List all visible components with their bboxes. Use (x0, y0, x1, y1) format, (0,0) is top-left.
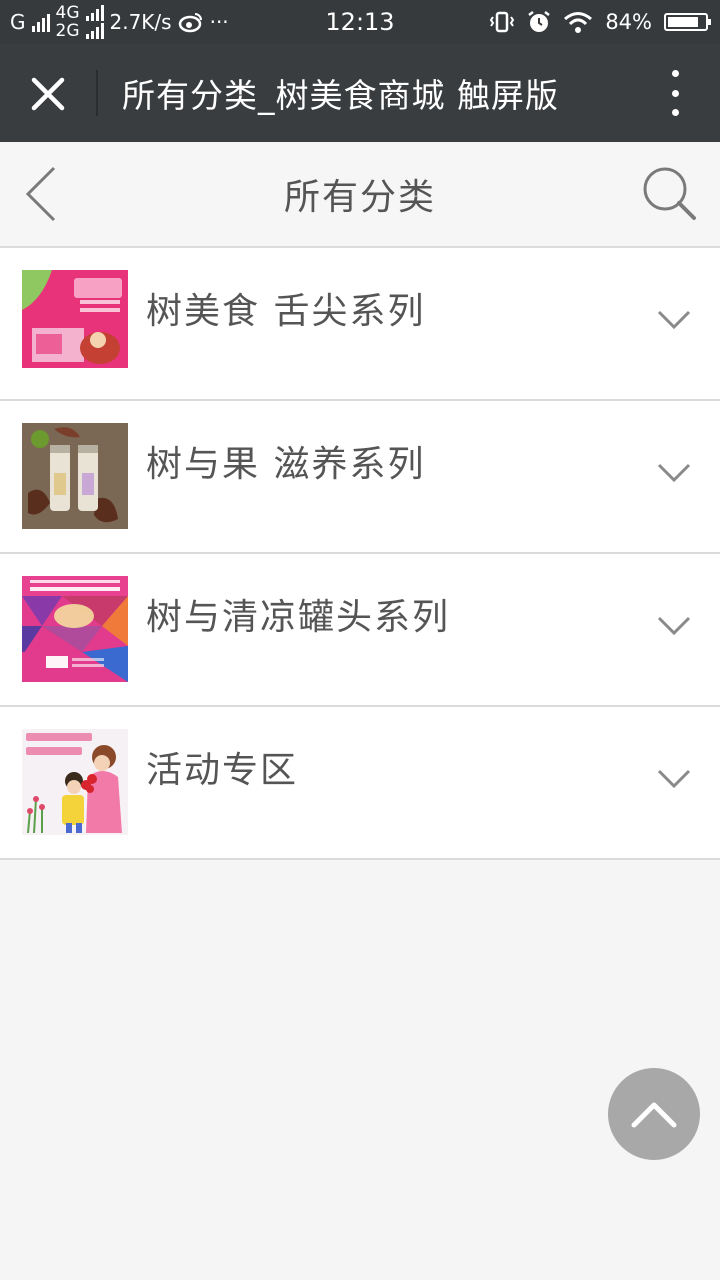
network-4g-label: 4G (55, 3, 80, 23)
app-bar: 所有分类_树美食商城 触屏版 (0, 44, 720, 142)
battery-level (668, 17, 698, 27)
dried-fruit-jars-image (22, 423, 128, 529)
weibo-icon (178, 13, 202, 33)
signal-4g-icon (85, 5, 104, 21)
category-name: 树与果 滋养系列 (146, 444, 426, 485)
app-title: 所有分类_树美食商城 触屏版 (122, 76, 559, 115)
chevron-down-icon[interactable] (656, 461, 692, 485)
close-button[interactable] (18, 69, 78, 119)
wifi-icon (564, 12, 593, 33)
signal-2g-icon (85, 23, 104, 39)
alarm-icon (528, 11, 551, 32)
category-row[interactable]: 树与果 滋养系列 (0, 401, 720, 554)
battery-percent: 84% (605, 10, 652, 34)
network-indicator: 4G 2G (56, 4, 104, 40)
chevron-left-icon (25, 166, 56, 222)
chevron-down-icon[interactable] (656, 614, 692, 638)
close-icon (31, 77, 65, 111)
network-speed: 2.7K/s (109, 10, 172, 34)
more-options-button[interactable] (660, 70, 690, 116)
carrier-label: G (10, 10, 26, 34)
network-2g-label: 2G (55, 21, 80, 41)
qixi-couple-illustration-image (22, 729, 128, 835)
category-row[interactable]: 树与清凉罐头系列 (0, 554, 720, 707)
pink-product-box-image (22, 270, 128, 376)
chevron-down-icon[interactable] (656, 308, 692, 332)
status-bar: G 4G 2G 2.7K/s ··· 12:13 84% (0, 0, 720, 44)
signal-icon (31, 12, 50, 32)
chevron-down-icon[interactable] (656, 767, 692, 791)
category-list: 树美食 舌尖系列 树与果 滋养系列 树与清凉罐头系列 活动专区 (0, 248, 720, 860)
colorful-geometric-poster-image (22, 576, 128, 682)
search-button[interactable] (640, 164, 700, 224)
more-vertical-icon (671, 70, 679, 77)
app-bar-divider (96, 70, 98, 116)
category-name: 活动专区 (146, 750, 299, 791)
category-row[interactable]: 活动专区 (0, 707, 720, 860)
status-right: 84% (489, 0, 711, 44)
category-name: 树与清凉罐头系列 (146, 597, 451, 638)
page-header: 所有分类 (0, 142, 720, 248)
chevron-up-icon (631, 1102, 677, 1128)
back-to-top-button[interactable] (608, 1068, 700, 1160)
battery-icon (664, 13, 711, 31)
more-status-dots: ··· (209, 10, 229, 34)
vibrate-icon (490, 11, 515, 33)
category-name: 树美食 舌尖系列 (146, 291, 426, 332)
status-left: G 4G 2G 2.7K/s ··· (10, 0, 229, 44)
back-button[interactable] (18, 164, 68, 224)
search-icon (643, 167, 696, 220)
page-title: 所有分类 (283, 177, 436, 218)
clock-time: 12:13 (325, 8, 395, 36)
category-row[interactable]: 树美食 舌尖系列 (0, 248, 720, 401)
